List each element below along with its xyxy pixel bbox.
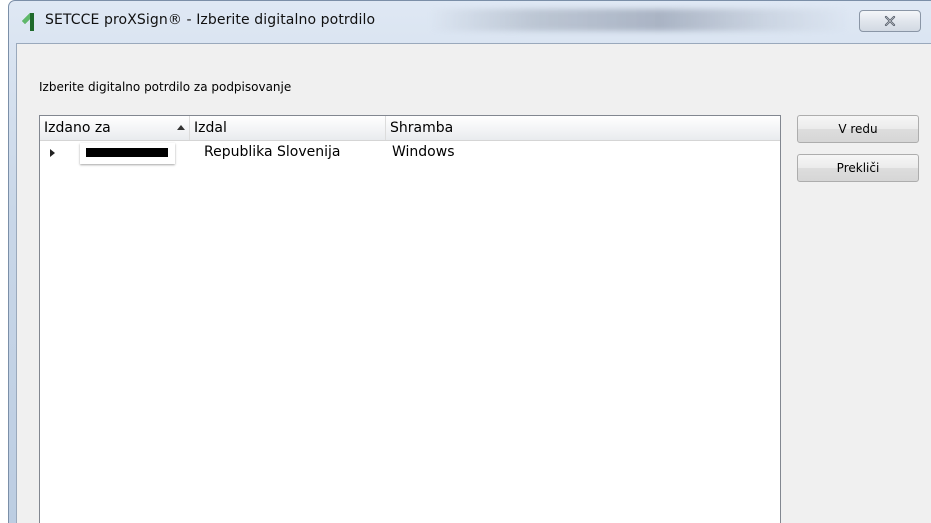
dialog-client-area: Izberite digitalno potrdilo za podpisova… [16, 43, 931, 523]
title-bar[interactable]: SETCCE proXSign® - Izberite digitalno po… [9, 1, 931, 43]
column-header-label: Shramba [390, 120, 454, 136]
store-cell: Windows [392, 144, 455, 160]
sort-ascending-icon [177, 125, 185, 130]
column-header-issued-to[interactable]: Izdano za [40, 116, 190, 140]
cancel-button[interactable]: Prekliči [797, 154, 919, 182]
column-header-issuer[interactable]: Izdal [190, 116, 386, 140]
dialog-window: SETCCE proXSign® - Izberite digitalno po… [8, 0, 931, 523]
column-header-label: Izdano za [44, 120, 111, 136]
close-button[interactable] [859, 10, 921, 32]
prompt-label: Izberite digitalno potrdilo za podpisova… [39, 80, 292, 94]
ok-button[interactable]: V redu [797, 115, 919, 143]
certificate-row[interactable]: Republika Slovenija Windows [40, 141, 780, 165]
close-icon [884, 15, 896, 27]
issued-to-cell [80, 143, 175, 164]
issuer-cell: Republika Slovenija [204, 144, 341, 160]
column-header-store[interactable]: Shramba [386, 116, 781, 140]
certificate-list[interactable]: Izdano za Izdal Shramba Republika Sloven… [39, 115, 781, 523]
setcce-app-icon [22, 13, 34, 31]
window-title: SETCCE proXSign® - Izberite digitalno po… [45, 12, 376, 28]
expand-arrow-icon[interactable] [50, 149, 55, 157]
title-bar-blur [429, 9, 849, 31]
redaction-bar [86, 148, 168, 157]
list-header: Izdano za Izdal Shramba [40, 116, 780, 141]
column-header-label: Izdal [194, 120, 227, 136]
